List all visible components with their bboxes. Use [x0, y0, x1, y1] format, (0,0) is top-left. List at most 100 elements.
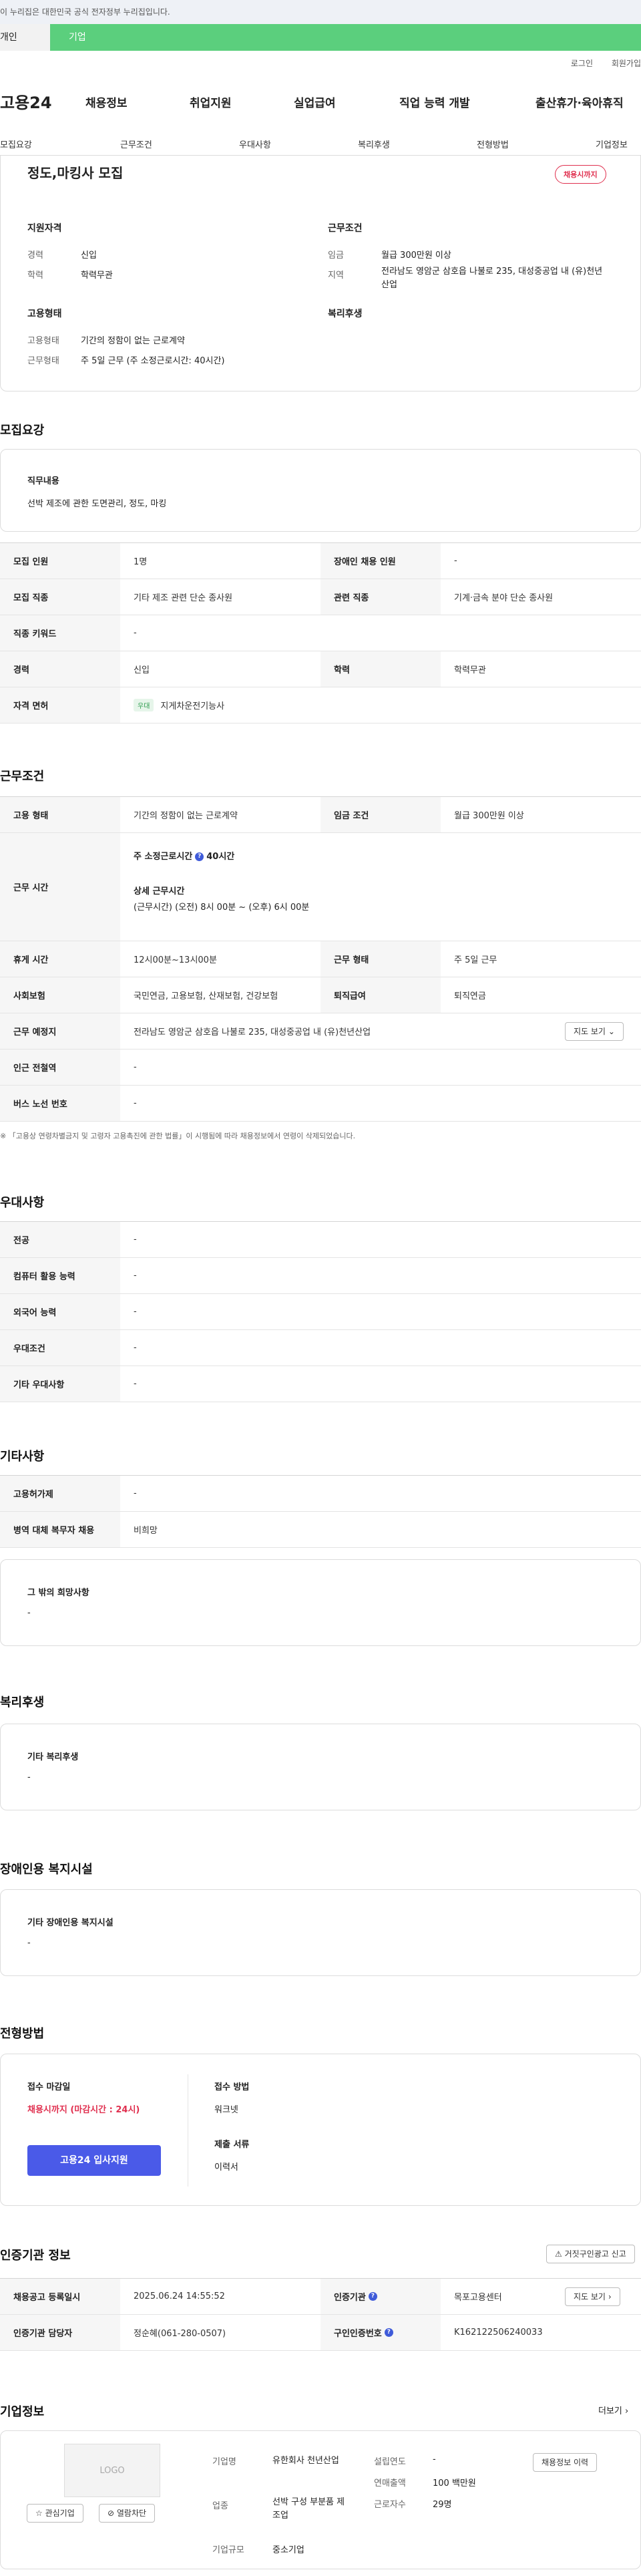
table-header: 컴퓨터 활용 능력 [0, 1258, 120, 1293]
career-value: 신입 [81, 251, 97, 261]
chevron-right-icon: › [625, 2406, 629, 2416]
block-label: 열람차단 [116, 2509, 147, 2518]
employment-type-value: 기간의 정함이 없는 근로계약 [81, 336, 185, 346]
tab-company[interactable]: 기업 [50, 24, 641, 51]
section-nav-preference[interactable]: 우대사항 [239, 138, 271, 150]
table-header: 직종 키워드 [0, 615, 120, 651]
table-cell: - [134, 1343, 137, 1353]
site-header: 고용24 채용정보 취업지원 실업급여 직업 능력 개발 출산휴가·육아휴직 [0, 80, 641, 126]
table-cell: 2025.06.24 14:55:52 [134, 2291, 225, 2301]
table-row: 사회보험 국민연금, 고용보험, 산재보험, 건강보험 퇴직급여 퇴직연금 [0, 977, 641, 1013]
method-heading: 접수 방법 [214, 2082, 250, 2092]
sales-label: 연매출액 [374, 2478, 406, 2488]
table-header: 자격 면허 [0, 687, 120, 723]
table-row: 버스 노선 번호 - [0, 1086, 641, 1122]
staff-value: 29명 [433, 2500, 452, 2510]
wage-value: 월급 300만원 이상 [381, 251, 451, 261]
table-row: 우대조건 - [0, 1330, 641, 1366]
table-header: 근무 시간 [0, 833, 120, 941]
section-nav-company[interactable]: 기업정보 [596, 138, 628, 150]
gnb-item-parental-leave[interactable]: 출산휴가·육아휴직 [536, 94, 624, 110]
other-hope-heading: 그 밖의 희망사항 [27, 1588, 89, 1598]
table-row: 자격 면허 우대 지게차운전기능사 [0, 687, 641, 723]
company-logo: LOGO [64, 2444, 160, 2497]
industry-value: 선박 구성 부분품 제조업 [272, 2497, 345, 2521]
hiring-history-button[interactable]: 채용정보 이력 [533, 2453, 598, 2472]
table-cell: 월급 300만원 이상 [454, 811, 524, 821]
job-description-value: 선박 제조에 관한 도면관리, 정도, 마킹 [27, 499, 167, 509]
table-cell: 1명 [134, 557, 148, 567]
gnb-item-employment-support[interactable]: 취업지원 [190, 94, 232, 110]
gnb-item-unemployment-benefit[interactable]: 실업급여 [294, 94, 336, 110]
table-cell: - [134, 1379, 137, 1389]
education-label: 학력 [27, 271, 43, 281]
table-cell: 12시00분~13시00분 [134, 955, 217, 965]
login-link[interactable]: 로그인 [571, 59, 593, 68]
map-view-button[interactable]: 지도 보기 ⌄ [565, 1022, 624, 1041]
table-cell: - [134, 1098, 137, 1108]
preference-section-title: 우대사항 [0, 1196, 45, 1210]
cert-map-button[interactable]: 지도 보기 › [565, 2287, 620, 2306]
report-label: 거짓구인광고 신고 [564, 2249, 626, 2259]
table-cell: K162122506240033 [454, 2327, 543, 2338]
section-nav-welfare[interactable]: 복리후생 [358, 138, 390, 150]
welfare-heading: 기타 복리후생 [27, 1752, 79, 1762]
favorite-company-button[interactable]: ☆ 관심기업 [27, 2504, 83, 2523]
tab-personal[interactable]: 개인 [0, 24, 50, 51]
conditions-table: 고용 형태 기간의 정함이 없는 근로계약 임금 조건 월급 300만원 이상 … [0, 796, 641, 1122]
chevron-down-icon: ⌄ [608, 1027, 615, 1036]
section-nav-recruit[interactable]: 모집요강 [0, 138, 32, 150]
etc-section-title: 기타사항 [0, 1450, 45, 1464]
table-row: 고용허가제 - [0, 1476, 641, 1512]
report-button[interactable]: ⚠ 거짓구인광고 신고 [546, 2245, 635, 2263]
signup-link[interactable]: 회원가입 [612, 59, 641, 68]
section-nav: 모집요강 근무조건 우대사항 복리후생 전형방법 기업정보 [0, 131, 641, 158]
scale-label: 기업규모 [212, 2545, 244, 2555]
help-icon[interactable]: ? [368, 2292, 377, 2301]
job-description-card: 직무내용 선박 제조에 관한 도면관리, 정도, 마킹 [0, 449, 641, 532]
company-name-value: 유한회사 천년산업 [272, 2456, 339, 2466]
education-value: 학력무관 [81, 271, 113, 281]
help-icon[interactable]: ? [384, 2328, 393, 2337]
etc-table: 고용허가제 - 병역 대체 복무자 채용 비희망 [0, 1475, 641, 1548]
block-company-button[interactable]: ⊘ 열람차단 [99, 2504, 156, 2523]
chevron-right-icon: › [608, 2292, 612, 2301]
section-nav-conditions[interactable]: 근무조건 [120, 138, 152, 150]
section-nav-selection[interactable]: 전형방법 [477, 138, 509, 150]
company-name-label: 기업명 [212, 2457, 236, 2467]
help-icon[interactable]: ? [195, 852, 204, 861]
preferred-chip: 우대 [134, 699, 154, 711]
table-header: 기타 우대사항 [0, 1366, 120, 1402]
table-header: 버스 노선 번호 [0, 1086, 120, 1121]
table-row: 직종 키워드 - [0, 615, 641, 651]
table-header: 장애인 채용 인원 [320, 543, 441, 579]
scale-value: 중소기업 [272, 2545, 304, 2555]
table-row: 채용공고 등록일시 2025.06.24 14:55:52 인증기관? 목포고용… [0, 2279, 641, 2315]
disability-section-title: 장애인용 복지시설 [0, 1863, 93, 1877]
disability-heading: 기타 장애인용 복지시설 [27, 1918, 114, 1928]
block-icon: ⊘ [108, 2509, 115, 2518]
alert-icon: ⚠ [555, 2249, 562, 2259]
table-header: 인증기관? [320, 2279, 441, 2314]
table-cell: 기계·금속 분야 단순 종사원 [454, 593, 554, 603]
table-row: 외국어 능력 - [0, 1294, 641, 1330]
cert-number-label: 구인인증번호 [334, 2329, 382, 2339]
deadline-heading: 접수 마감일 [27, 2082, 71, 2092]
wage-label: 임금 [328, 251, 344, 261]
staff-label: 근로자수 [374, 2500, 406, 2510]
tab-personal-label: 개인 [0, 32, 17, 43]
gnb-item-job-training[interactable]: 직업 능력 개발 [399, 94, 470, 110]
founded-label: 설립연도 [374, 2457, 406, 2467]
apply-button[interactable]: 고용24 입사지원 [27, 2145, 161, 2176]
gov-banner-text: 이 누리집은 대한민국 공식 전자정부 누리집입니다. [0, 7, 170, 17]
region-label: 지역 [328, 271, 344, 281]
more-link[interactable]: 더보기 › [598, 2404, 628, 2416]
table-row: 기타 우대사항 - [0, 1366, 641, 1402]
age-notice: ※ 「고용상 연령차별금지 및 고령자 고용촉진에 관한 법률」이 시행됨에 따… [0, 1132, 356, 1140]
certify-table: 채용공고 등록일시 2025.06.24 14:55:52 인증기관? 목포고용… [0, 2278, 641, 2351]
industry-label: 업종 [212, 2501, 228, 2511]
table-cell: - [134, 1488, 137, 1498]
site-logo[interactable]: 고용24 [0, 90, 53, 113]
gnb-item-jobs[interactable]: 채용정보 [85, 94, 128, 110]
table-row: 컴퓨터 활용 능력 - [0, 1258, 641, 1294]
